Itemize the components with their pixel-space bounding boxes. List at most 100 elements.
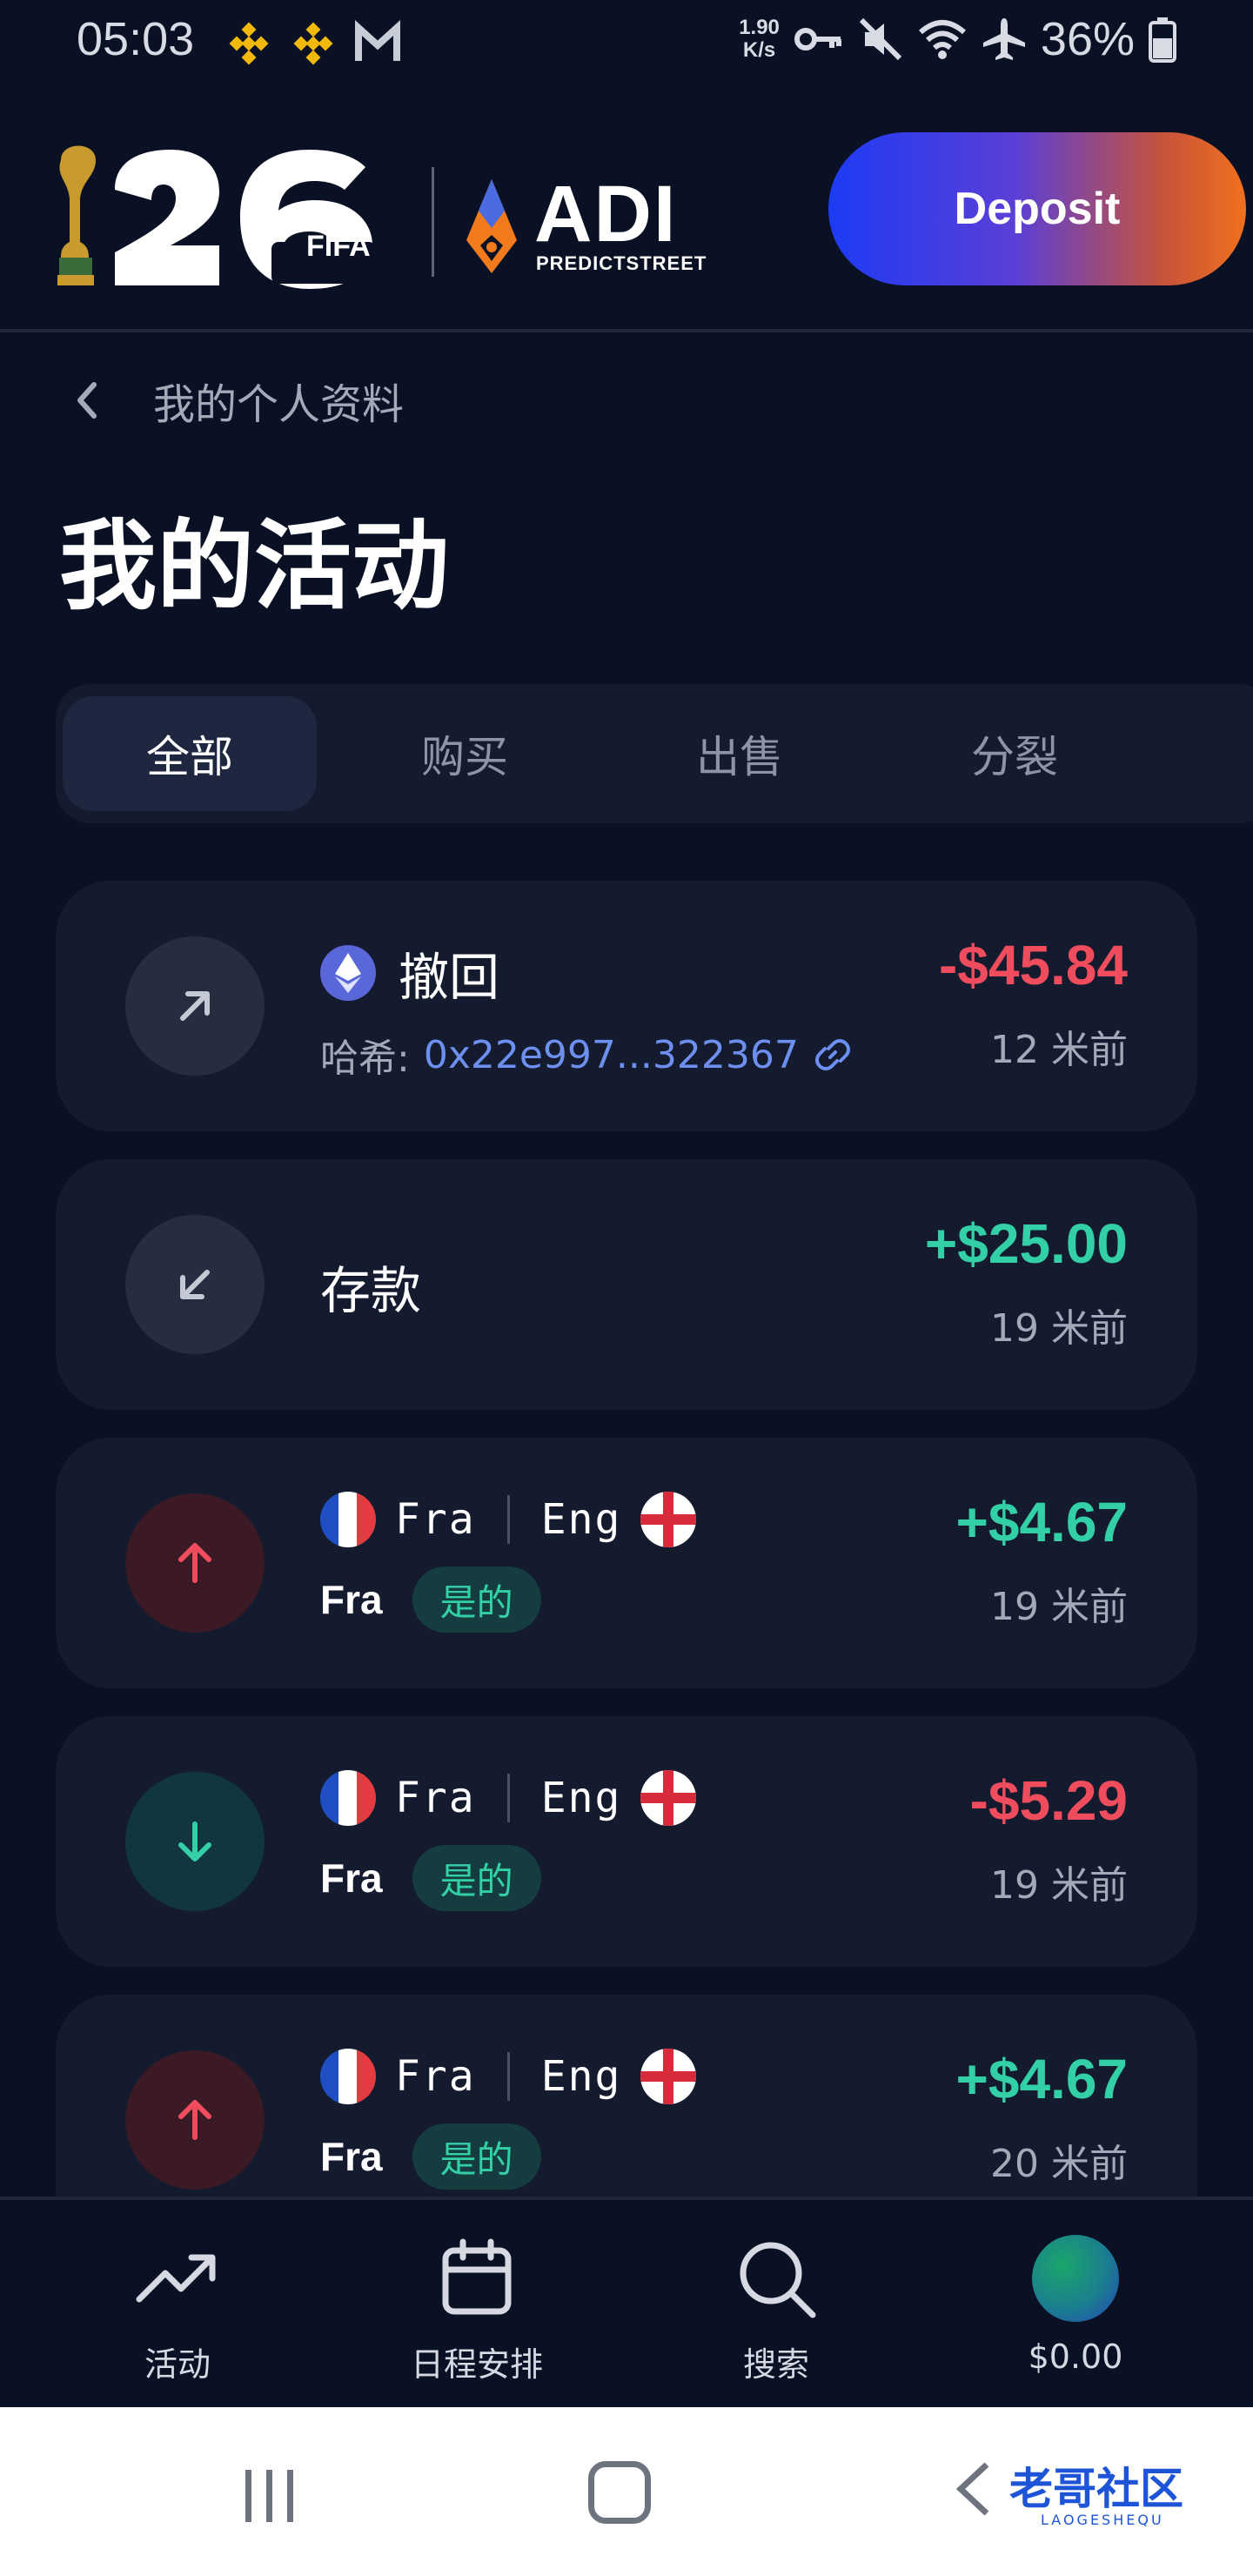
link-icon[interactable] bbox=[811, 1033, 854, 1077]
activity-time: 19 米前 bbox=[990, 1585, 1128, 1629]
nav-activity[interactable]: 活动 bbox=[64, 2235, 291, 2385]
match-row: Fra Eng bbox=[320, 2049, 697, 2104]
selected-outcome: Fra bbox=[320, 1855, 383, 1901]
trending-up-icon bbox=[136, 2254, 216, 2303]
nav-schedule[interactable]: 日程安排 bbox=[364, 2235, 590, 2385]
page-title: 我的活动 bbox=[59, 510, 449, 623]
activity-amount: -$45.84 bbox=[938, 934, 1128, 996]
arrow-up-icon bbox=[178, 2100, 211, 2140]
predictstreet-text: PREDICTSTREET bbox=[536, 252, 707, 274]
team-b: Eng bbox=[540, 2052, 622, 2101]
tab-split[interactable]: 分裂 bbox=[888, 696, 1142, 811]
binance-icon bbox=[293, 22, 333, 65]
activity-type-badge bbox=[125, 936, 265, 1076]
system-status-icons: 1.90 K/s 36% bbox=[739, 12, 1176, 66]
tab-buy[interactable]: 购买 bbox=[338, 696, 592, 811]
wallet-balance: $0.00 bbox=[1028, 2338, 1123, 2376]
activity-title: 存款 bbox=[320, 1261, 422, 1320]
team-divider bbox=[506, 2052, 510, 2101]
nav-label: 搜索 bbox=[742, 2345, 809, 2384]
adi-flame-icon bbox=[466, 179, 517, 273]
status-bar: 05:03 1.90 K/s 36% bbox=[0, 0, 1253, 84]
arrow-down-left-icon bbox=[180, 1270, 210, 1299]
airplane-icon bbox=[982, 18, 1025, 60]
outcome-badge: 是的 bbox=[412, 2123, 541, 2190]
activity-type-badge bbox=[125, 2050, 265, 2190]
activity-card-trade[interactable]: Fra Eng Fra 是的 +$4.67 19 米前 bbox=[56, 1438, 1197, 1688]
activity-amount: -$5.29 bbox=[969, 1769, 1128, 1832]
logo-divider bbox=[432, 167, 434, 277]
key-icon bbox=[794, 28, 841, 50]
battery-icon bbox=[1149, 17, 1176, 63]
team-a: Fra bbox=[395, 1495, 476, 1544]
england-flag-icon bbox=[640, 2049, 697, 2104]
watermark-logo: 老哥社区 bbox=[1009, 2464, 1183, 2514]
transaction-hash-link[interactable]: 0x22e997...322367 bbox=[424, 1033, 799, 1077]
team-a: Fra bbox=[395, 2052, 476, 2101]
activity-card-withdraw[interactable]: 撤回 哈希: 0x22e997...322367 -$45.84 12 米前 bbox=[56, 881, 1197, 1131]
england-flag-icon bbox=[640, 1492, 697, 1547]
activity-type-badge bbox=[125, 1493, 265, 1633]
breadcrumb[interactable]: 我的个人资料 bbox=[70, 366, 404, 435]
battery-level: 36% bbox=[1040, 13, 1135, 65]
match-row: Fra Eng bbox=[320, 1770, 697, 1826]
adi-predictstreet-logo: ADI PREDICTSTREET bbox=[461, 170, 722, 284]
world-cup-26-logo bbox=[57, 145, 376, 289]
activity-time: 19 米前 bbox=[990, 1863, 1128, 1908]
activity-time: 12 米前 bbox=[990, 1028, 1128, 1072]
arrow-up-right-icon bbox=[180, 991, 210, 1021]
header-divider bbox=[0, 329, 1253, 332]
home-icon[interactable] bbox=[588, 2461, 651, 2524]
activity-type-badge bbox=[125, 1215, 265, 1354]
deposit-button[interactable]: Deposit bbox=[828, 132, 1246, 285]
england-flag-icon bbox=[640, 1770, 697, 1826]
breadcrumb-label[interactable]: 我的个人资料 bbox=[153, 370, 404, 431]
activity-card-deposit[interactable]: 存款 +$25.00 19 米前 bbox=[56, 1159, 1197, 1410]
match-row: Fra Eng bbox=[320, 1492, 697, 1547]
arrow-up-icon bbox=[178, 1543, 211, 1583]
tab-sell[interactable]: 出售 bbox=[613, 696, 867, 811]
avatar bbox=[1032, 2235, 1119, 2322]
team-b: Eng bbox=[540, 1495, 622, 1544]
bottom-navigation: 活动 日程安排 搜索 $0.00 bbox=[0, 2200, 1253, 2407]
france-flag-icon bbox=[320, 1492, 376, 1547]
tab-all[interactable]: 全部 bbox=[63, 696, 317, 811]
binance-icon bbox=[229, 22, 269, 65]
calendar-icon bbox=[442, 2238, 512, 2315]
selected-outcome: Fra bbox=[320, 2134, 383, 2179]
team-divider bbox=[506, 1495, 510, 1544]
outcome-badge: 是的 bbox=[412, 1845, 541, 1911]
france-flag-icon bbox=[320, 2049, 376, 2104]
activity-amount: +$25.00 bbox=[924, 1212, 1128, 1275]
activity-title: 撤回 bbox=[399, 948, 500, 1007]
watermark-subtext: LAOGESHEQU bbox=[1041, 2512, 1164, 2528]
activity-amount: +$4.67 bbox=[955, 2048, 1128, 2110]
mail-app-icon bbox=[355, 19, 400, 61]
status-time: 05:03 bbox=[77, 13, 195, 65]
team-b: Eng bbox=[540, 1774, 622, 1822]
nav-wallet[interactable]: $0.00 bbox=[962, 2235, 1189, 2376]
activity-type-badge bbox=[125, 1772, 265, 1911]
wifi-icon bbox=[918, 20, 966, 59]
team-divider bbox=[506, 1774, 510, 1822]
activity-card-trade[interactable]: Fra Eng Fra 是的 +$4.67 20 米前 bbox=[56, 1995, 1197, 2197]
activity-time: 20 米前 bbox=[990, 2142, 1128, 2186]
system-navigation-bar: 老哥社区 LAOGESHEQU bbox=[0, 2407, 1253, 2576]
adi-logo-text: ADI bbox=[534, 170, 678, 258]
activity-card-trade[interactable]: Fra Eng Fra 是的 -$5.29 19 米前 bbox=[56, 1716, 1197, 1967]
search-icon bbox=[740, 2242, 816, 2318]
selected-outcome: Fra bbox=[320, 1577, 383, 1622]
app-header: FIFA ADI PREDICTSTREET Deposit bbox=[0, 122, 1253, 331]
activity-amount: +$4.67 bbox=[955, 1491, 1128, 1553]
arrow-down-icon bbox=[178, 1821, 211, 1862]
back-icon[interactable] bbox=[952, 2461, 995, 2517]
nav-search[interactable]: 搜索 bbox=[663, 2235, 889, 2385]
fifa-text: FIFA bbox=[306, 230, 371, 263]
activity-time: 19 米前 bbox=[990, 1306, 1128, 1351]
hash-label: 哈希: bbox=[320, 1036, 410, 1081]
outcome-badge: 是的 bbox=[412, 1566, 541, 1633]
network-speed: 1.90 K/s bbox=[739, 16, 780, 62]
ethereum-icon bbox=[320, 945, 376, 1001]
chevron-left-icon[interactable] bbox=[70, 374, 104, 426]
recents-icon[interactable] bbox=[244, 2468, 296, 2524]
